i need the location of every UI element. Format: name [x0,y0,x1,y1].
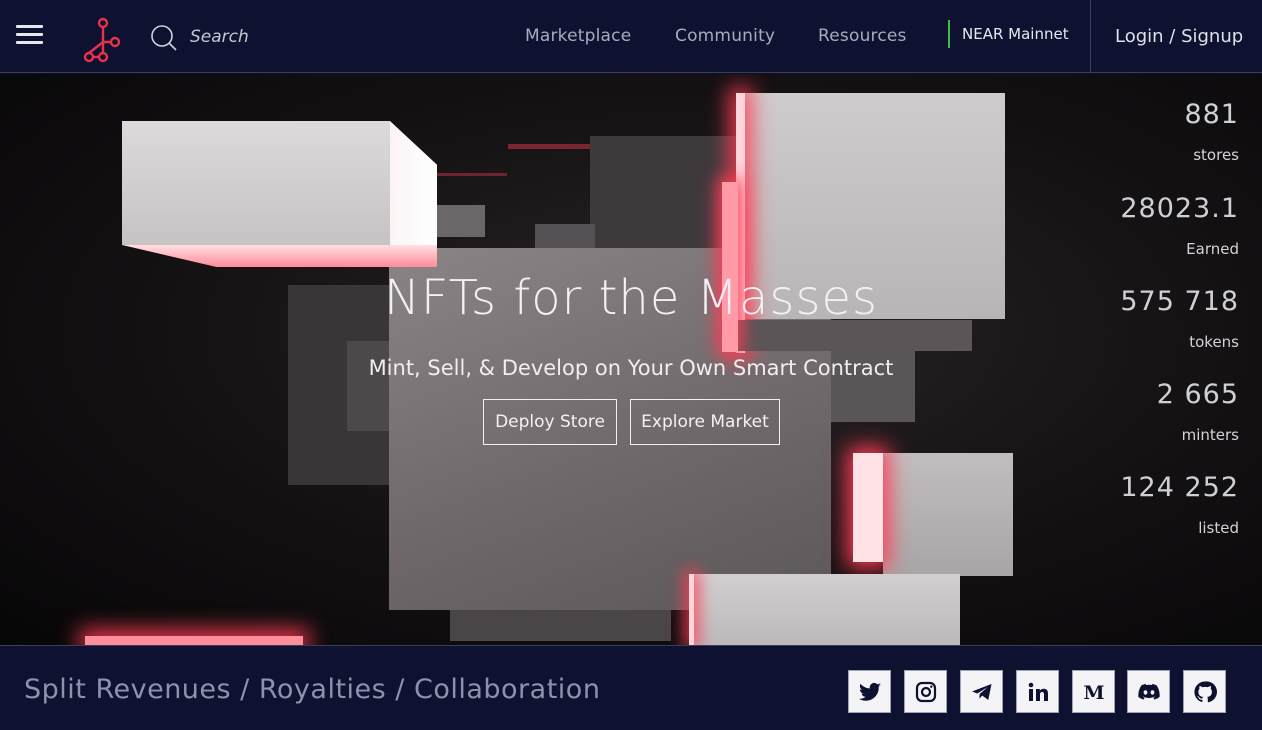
top-left-glow [122,245,437,267]
stat-stores-label: stores [1193,146,1239,164]
network-selector[interactable]: NEAR Mainnet [948,20,1069,48]
bg-block [437,173,507,176]
stat-listed-value: 124 252 [1120,472,1239,503]
telegram-icon[interactable] [960,670,1003,713]
top-nav: Marketplace Community Resources NEAR Mai… [0,0,1262,73]
search-input[interactable] [186,24,354,50]
stat-stores-value: 881 [1184,99,1239,130]
github-icon[interactable] [1183,670,1226,713]
bottom-right-glow [689,574,694,645]
stat-tokens-label: tokens [1189,333,1239,351]
stat-earned-value: 28023.1 [1120,193,1239,224]
svg-text:M: M [1083,682,1104,704]
discord-icon[interactable] [1127,670,1170,713]
hero-title: NFTs for the Masses [384,270,878,326]
footer-bar: Split Revenues / Royalties / Collaborati… [0,645,1262,730]
nav-link-community[interactable]: Community [675,26,775,46]
instagram-icon[interactable] [904,670,947,713]
bg-block [508,144,590,149]
nav-link-marketplace[interactable]: Marketplace [525,26,631,46]
nav-link-resources[interactable]: Resources [818,26,907,46]
explore-market-button[interactable]: Explore Market [630,399,780,445]
nav-divider [1090,0,1091,73]
stat-listed-label: listed [1198,519,1239,537]
mintbase-logo[interactable] [80,16,122,64]
medium-icon[interactable]: M [1072,670,1115,713]
footer-tagline: Split Revenues / Royalties / Collaborati… [24,674,601,705]
deploy-store-button[interactable]: Deploy Store [483,399,617,445]
stat-minters-label: minters [1181,426,1239,444]
bg-block [590,136,740,256]
hero-subtitle: Mint, Sell, & Develop on Your Own Smart … [368,356,894,380]
bg-block [450,610,671,641]
right-mid-block [883,453,1013,576]
bottom-right-block [694,574,960,645]
stat-tokens-value: 575 718 [1120,286,1239,317]
twitter-icon[interactable] [848,670,891,713]
bottom-left-glow [85,636,303,645]
stat-earned-label: Earned [1186,240,1239,258]
linkedin-icon[interactable] [1016,670,1059,713]
stat-minters-value: 2 665 [1156,379,1239,410]
search-icon[interactable] [150,24,178,52]
top-left-block [122,121,390,245]
menu-icon[interactable] [16,25,43,47]
top-right-small-glow [722,182,738,352]
bg-block [437,205,485,237]
login-signup-link[interactable]: Login / Signup [1115,26,1243,47]
right-mid-glow [853,453,883,562]
hero-section: NFTs for the Masses Mint, Sell, & Develo… [0,74,1262,645]
